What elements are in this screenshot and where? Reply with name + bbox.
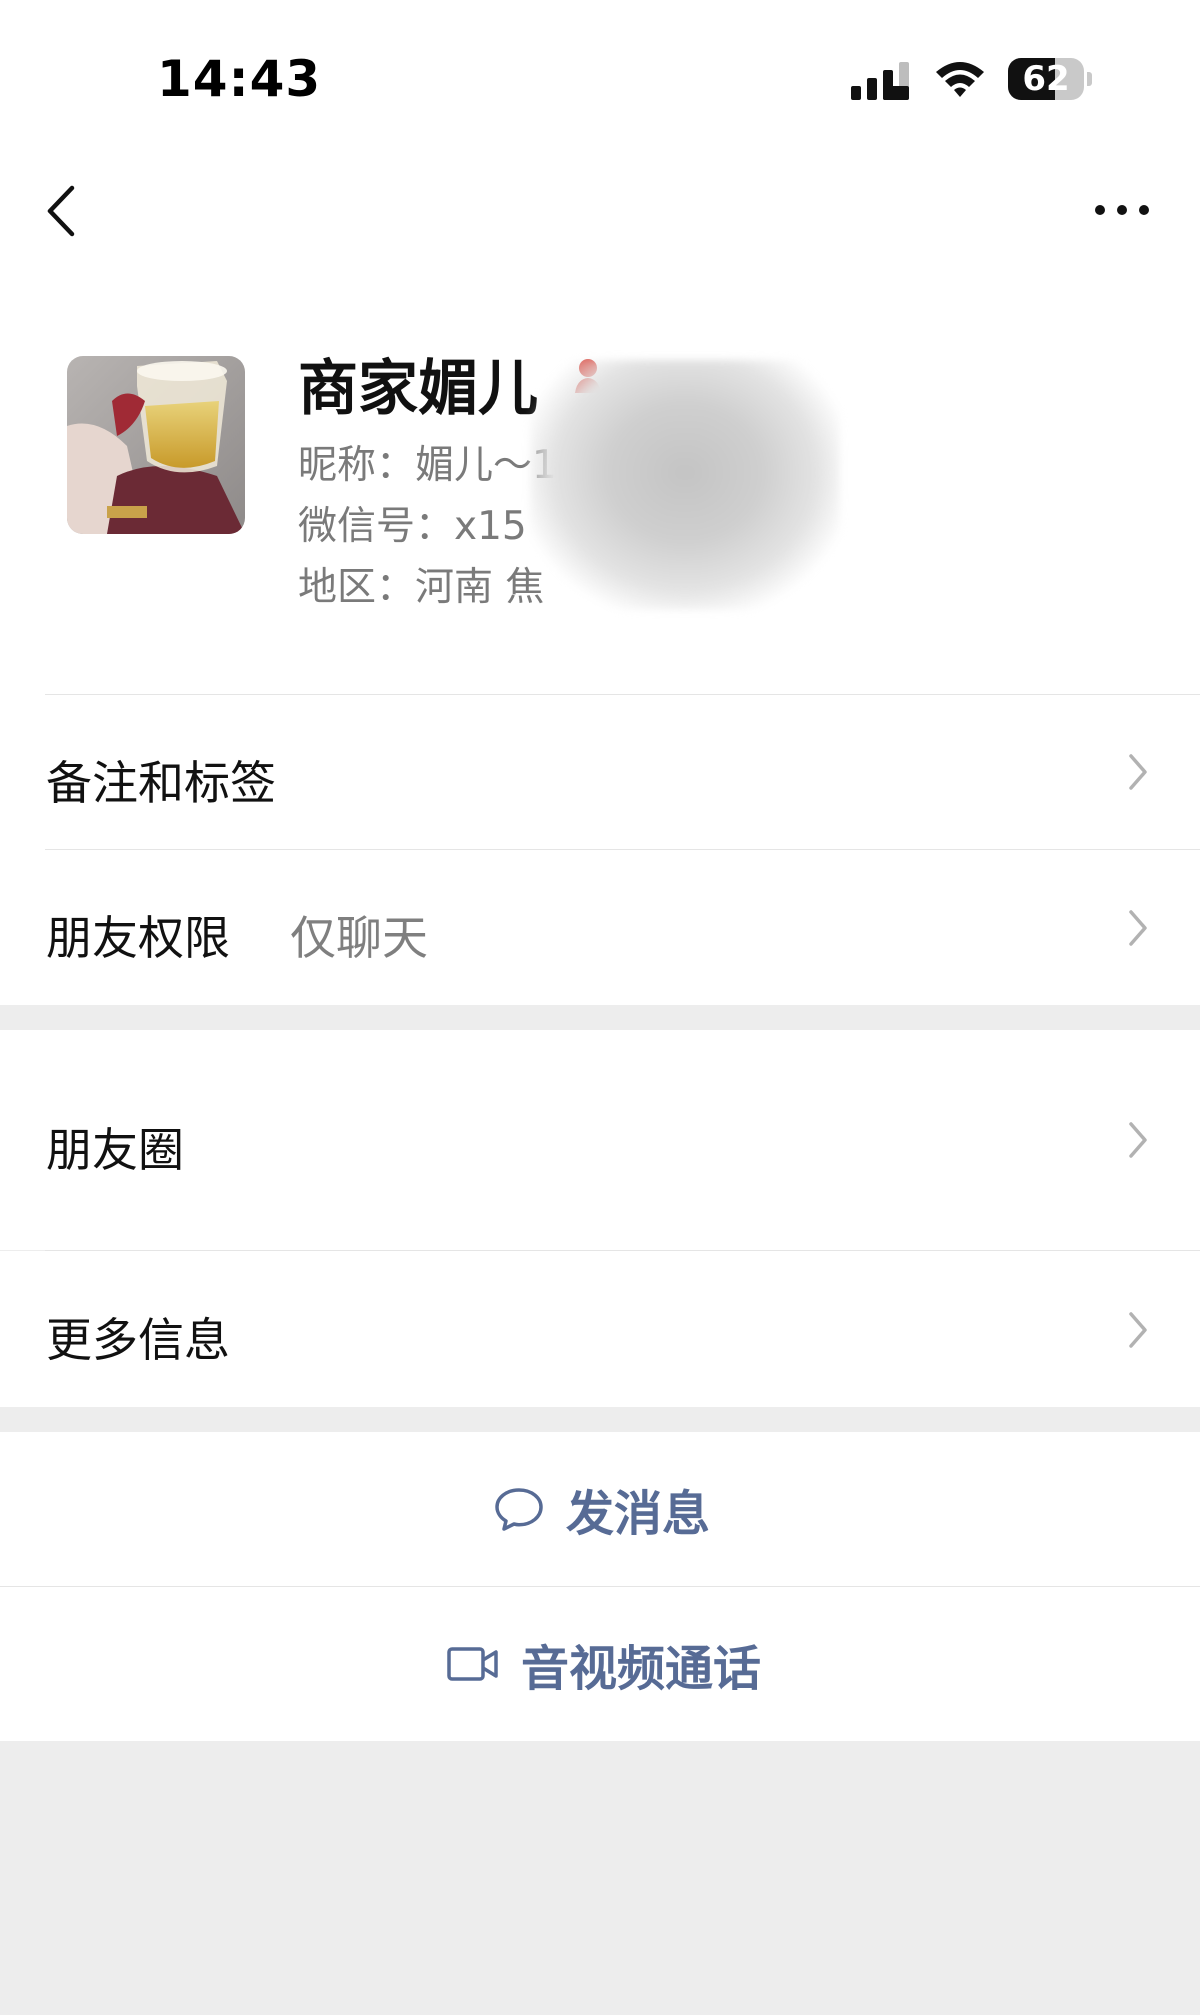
back-button[interactable]: [38, 180, 88, 242]
moments-label: 朋友圈: [46, 1123, 184, 1177]
chevron-right-icon: [1129, 1312, 1147, 1348]
chevron-right-icon: [1129, 910, 1147, 946]
friend-permissions-row[interactable]: 朋友权限 仅聊天: [0, 850, 1200, 1005]
region-line: 地区：河南 焦: [298, 565, 545, 610]
chevron-right-icon: [1129, 754, 1147, 790]
more-info-label: 更多信息: [46, 1313, 230, 1367]
video-call-label: 音视频通话: [521, 1641, 762, 1697]
avatar[interactable]: [67, 356, 245, 534]
battery-body: 62: [1008, 58, 1084, 100]
send-message-button[interactable]: 发消息: [0, 1432, 1200, 1586]
more-options-button[interactable]: [1090, 190, 1154, 230]
contact-name: 商家媚儿: [298, 354, 538, 424]
cellular-signal-icon: [851, 62, 909, 100]
video-camera-icon: [447, 1647, 498, 1681]
wifi-icon: [936, 62, 984, 97]
moments-row[interactable]: 朋友圈: [0, 1030, 1200, 1250]
send-message-label: 发消息: [566, 1486, 711, 1542]
remark-and-tags-row[interactable]: 备注和标签: [0, 695, 1200, 849]
more-info-row[interactable]: 更多信息: [0, 1251, 1200, 1407]
wechat-id-line: 微信号：x15: [298, 504, 527, 549]
friend-permissions-value: 仅聊天: [290, 911, 428, 965]
send-message-content: 发消息: [494, 1432, 710, 1586]
friend-permissions-label: 朋友权限: [46, 911, 230, 965]
remark-and-tags-label: 备注和标签: [46, 756, 276, 810]
battery-indicator: 62: [1008, 58, 1092, 100]
section-gap: [0, 1005, 1200, 1030]
section-gap: [0, 1407, 1200, 1432]
battery-percent: 62: [1022, 59, 1070, 99]
battery-cap: [1087, 72, 1092, 86]
avatar-photo: [67, 356, 245, 534]
redaction-scribble: [530, 360, 840, 610]
chevron-right-icon: [1129, 1122, 1147, 1158]
video-call-content: 音视频通话: [447, 1587, 761, 1741]
chat-bubble-icon: [495, 1488, 543, 1531]
status-bar: 14:43 62: [0, 0, 1200, 120]
video-call-button[interactable]: 音视频通话: [0, 1587, 1200, 1741]
status-time: 14:43: [157, 50, 322, 108]
